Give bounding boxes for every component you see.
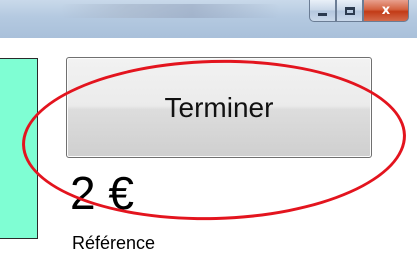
window-title-blurred	[60, 4, 280, 18]
price-value: 2 €	[70, 167, 134, 219]
accent-panel	[0, 58, 38, 239]
minimize-icon	[318, 12, 327, 16]
window-titlebar: x	[0, 0, 417, 38]
window-controls: x	[309, 0, 409, 24]
client-area: Terminer 2 € Référence	[0, 38, 417, 257]
maximize-button[interactable]	[336, 0, 363, 22]
maximize-icon	[344, 6, 355, 15]
terminer-button[interactable]: Terminer	[66, 57, 372, 158]
reference-label: Référence	[72, 233, 156, 253]
close-icon: x	[381, 3, 391, 18]
close-button[interactable]: x	[363, 0, 409, 22]
minimize-button[interactable]	[309, 0, 336, 22]
